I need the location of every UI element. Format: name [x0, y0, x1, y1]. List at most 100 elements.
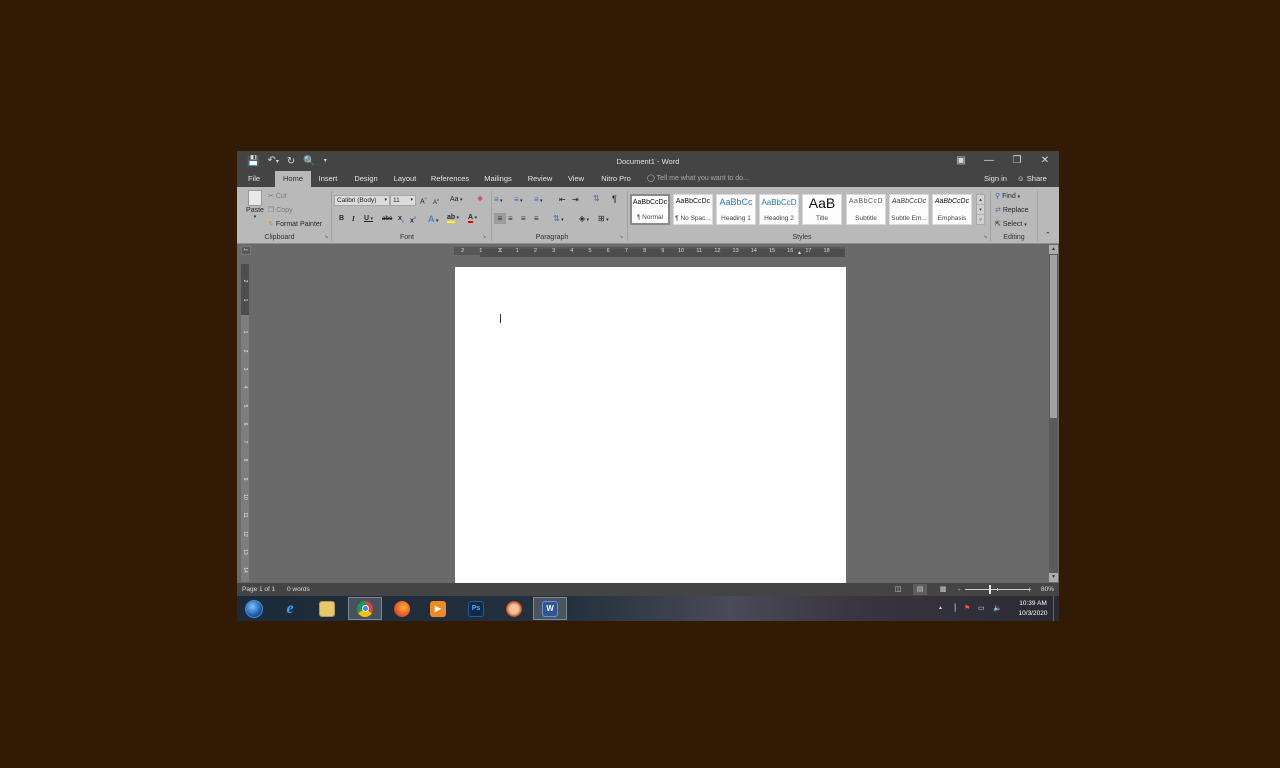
- font-launcher-icon[interactable]: ↘: [482, 234, 486, 240]
- strikethrough-button[interactable]: abc: [382, 216, 392, 222]
- tab-review[interactable]: Review: [525, 171, 555, 187]
- numbering-button[interactable]: ≡ ▾: [514, 195, 523, 204]
- zoom-level[interactable]: 80%: [1041, 583, 1054, 596]
- bullets-button[interactable]: ≡ ▾: [494, 195, 503, 204]
- justify-button[interactable]: ≡: [534, 213, 539, 224]
- align-left-button[interactable]: ≡: [494, 213, 506, 224]
- clipboard-launcher-icon[interactable]: ↘: [324, 234, 328, 240]
- tell-me-box[interactable]: ◯ Tell me what you want to do...: [647, 171, 749, 187]
- ribbon-display-options-button[interactable]: ▣: [947, 151, 975, 171]
- collapse-ribbon-icon[interactable]: ⌃: [1045, 231, 1051, 239]
- taskbar-firefox[interactable]: [385, 597, 419, 620]
- indent-marker[interactable]: ⧖: [498, 248, 502, 254]
- style-heading-1[interactable]: AaBbCc Heading 1: [716, 194, 756, 225]
- document-page[interactable]: [455, 267, 846, 587]
- zoom-in-button[interactable]: +: [1027, 583, 1032, 596]
- sort-button[interactable]: ⇅: [593, 194, 600, 203]
- scroll-down-icon[interactable]: ▼: [1049, 573, 1058, 582]
- font-color-button[interactable]: A ▾: [468, 214, 477, 223]
- tab-view[interactable]: View: [565, 171, 587, 187]
- italic-button[interactable]: I: [352, 215, 355, 223]
- style-emphasis[interactable]: AaBbCcDc Emphasis: [932, 194, 972, 225]
- paste-button[interactable]: Paste ▾: [244, 190, 266, 220]
- change-case-button[interactable]: Aa ▾: [450, 196, 462, 203]
- font-name-combo[interactable]: Calibri (Body) ▾: [334, 195, 390, 206]
- show-desktop-button[interactable]: [1053, 596, 1059, 621]
- tab-insert[interactable]: Insert: [316, 171, 340, 187]
- highlight-color-button[interactable]: ab ▾: [447, 214, 459, 223]
- find-button[interactable]: ⚲ Find ▾: [995, 192, 1020, 200]
- underline-button[interactable]: U ▾: [364, 215, 373, 222]
- start-button[interactable]: [237, 597, 271, 620]
- taskbar-photoshop[interactable]: Ps: [459, 597, 493, 620]
- paste-dropdown-icon[interactable]: ▾: [244, 214, 266, 220]
- styles-launcher-icon[interactable]: ↘: [983, 234, 987, 240]
- borders-button[interactable]: ⊞ ▾: [598, 213, 609, 226]
- web-layout-icon[interactable]: ▩: [936, 584, 950, 595]
- increase-indent-button[interactable]: ⇥: [572, 195, 579, 204]
- superscript-button[interactable]: x2: [410, 215, 416, 224]
- tab-home[interactable]: Home: [275, 171, 311, 187]
- scroll-thumb[interactable]: [1050, 255, 1057, 418]
- taskbar-game[interactable]: [497, 597, 531, 620]
- horizontal-ruler[interactable]: 2 1 1 2 3 4 5 6 7 8 9 10 11 12 13 14 15 16 17 18 ⧖ ▲: [454, 247, 845, 257]
- copy-button[interactable]: ❐ Copy: [268, 206, 293, 214]
- text-effects-button[interactable]: A ▾: [428, 214, 438, 224]
- sign-in-link[interactable]: Sign in: [984, 171, 1007, 187]
- font-size-combo[interactable]: 11 ▾: [390, 195, 416, 206]
- align-center-button[interactable]: ≡: [508, 213, 513, 224]
- paragraph-launcher-icon[interactable]: ↘: [619, 234, 623, 240]
- share-button[interactable]: ☺ Share: [1013, 172, 1051, 186]
- word-count[interactable]: 0 words: [287, 583, 310, 596]
- gallery-up-icon[interactable]: ▴: [977, 195, 984, 205]
- power-icon[interactable]: ▭: [978, 604, 985, 612]
- taskbar-media-player[interactable]: ▶: [421, 597, 455, 620]
- replace-button[interactable]: ⇄ Replace: [995, 206, 1029, 214]
- show-hidden-icons-icon[interactable]: ▲: [938, 605, 943, 611]
- taskbar-word[interactable]: W: [533, 597, 567, 620]
- close-button[interactable]: ✕: [1031, 151, 1059, 171]
- style-normal[interactable]: AaBbCcDc ¶ Normal: [630, 194, 670, 225]
- grow-font-button[interactable]: A^: [420, 196, 427, 205]
- zoom-slider[interactable]: [965, 585, 1029, 594]
- scroll-up-icon[interactable]: ▲: [1049, 245, 1058, 254]
- clear-formatting-icon[interactable]: ❖: [477, 195, 483, 203]
- align-right-button[interactable]: ≡: [521, 213, 526, 224]
- taskbar-file-explorer[interactable]: [310, 597, 344, 620]
- tab-layout[interactable]: Layout: [390, 171, 420, 187]
- subscript-button[interactable]: x2: [398, 215, 404, 223]
- tab-mailings[interactable]: Mailings: [482, 171, 514, 187]
- zoom-out-button[interactable]: -: [958, 583, 961, 596]
- tab-references[interactable]: References: [429, 171, 471, 187]
- print-layout-icon[interactable]: ▤: [913, 584, 927, 595]
- tab-nitro-pro[interactable]: Nitro Pro: [598, 171, 634, 187]
- shading-button[interactable]: ◈ ▾: [579, 213, 589, 226]
- multilevel-list-button[interactable]: ≡ ▾: [534, 195, 543, 204]
- style-title[interactable]: AaB Title: [802, 194, 842, 225]
- zoom-slider-thumb[interactable]: [988, 585, 991, 594]
- gallery-down-icon[interactable]: ▾: [977, 205, 984, 215]
- right-indent-marker[interactable]: ▲: [797, 251, 802, 256]
- minimize-button[interactable]: —: [975, 151, 1003, 171]
- volume-icon[interactable]: 🔈: [993, 604, 1002, 612]
- page-count[interactable]: Page 1 of 1: [242, 583, 275, 596]
- tab-selector[interactable]: ⌙: [241, 246, 251, 255]
- shrink-font-button[interactable]: Av: [433, 197, 439, 206]
- style-subtitle[interactable]: AaBbCcD Subtitle: [846, 194, 886, 225]
- action-center-flag-icon[interactable]: ⚑: [964, 604, 970, 612]
- restore-button[interactable]: ❐: [1003, 151, 1031, 171]
- taskbar-internet-explorer[interactable]: e: [273, 597, 307, 620]
- vertical-ruler[interactable]: 2 1 1 2 3 4 5 6 7 8 9 10 11 12 13 14: [241, 264, 249, 582]
- tab-file[interactable]: File: [243, 171, 265, 187]
- show-formatting-button[interactable]: ¶: [612, 194, 617, 204]
- gallery-more-icon[interactable]: ▿: [977, 215, 984, 225]
- bold-button[interactable]: B: [339, 215, 344, 222]
- decrease-indent-button[interactable]: ⇤: [559, 195, 566, 204]
- tab-design[interactable]: Design: [351, 171, 381, 187]
- read-mode-icon[interactable]: ◫: [891, 584, 905, 595]
- style-no-spacing[interactable]: AaBbCcDc ¶ No Spac...: [673, 194, 713, 225]
- network-signal-icon[interactable]: ▕: [950, 604, 955, 612]
- select-button[interactable]: ⇱ Select ▾: [995, 220, 1027, 228]
- line-spacing-button[interactable]: ⇅ ▾: [553, 213, 564, 226]
- format-painter-button[interactable]: ✎ Format Painter: [268, 220, 322, 228]
